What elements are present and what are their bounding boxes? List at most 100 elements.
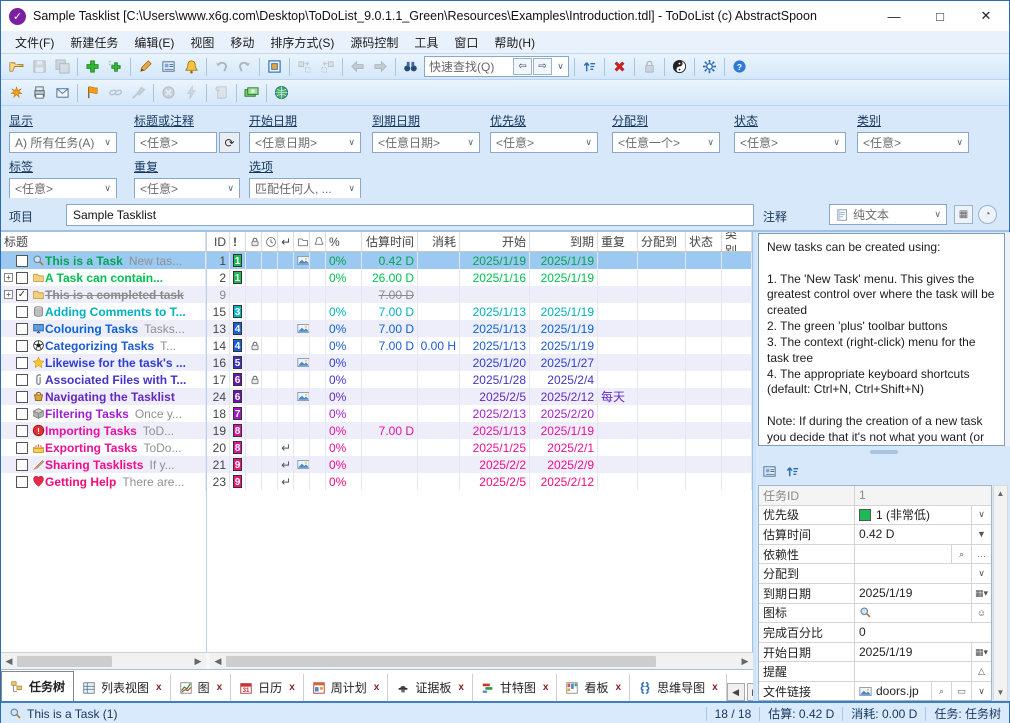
find-next-button[interactable]: ⇨ xyxy=(533,58,552,75)
menu-item-编辑E[interactable]: 编辑(E) xyxy=(126,31,182,54)
attribute-value[interactable] xyxy=(855,604,971,623)
task-checkbox[interactable] xyxy=(16,391,28,403)
attribute-value[interactable] xyxy=(855,545,951,564)
circle-x-button[interactable] xyxy=(157,82,180,104)
column-header-status[interactable]: 状态 xyxy=(686,232,722,251)
filter-combo-到期日期[interactable]: <任意日期>∨ xyxy=(372,132,480,153)
column-header-lock[interactable] xyxy=(246,232,262,251)
maximize-button[interactable]: □ xyxy=(917,1,963,31)
menu-item-文件F[interactable]: 文件(F) xyxy=(7,31,62,54)
column-header-due[interactable]: 到期 xyxy=(530,232,598,251)
column-header-title[interactable]: 标题 xyxy=(1,232,206,251)
cell-title[interactable]: This is a TaskNew tas... xyxy=(1,252,206,269)
task-checkbox[interactable] xyxy=(16,408,28,420)
filter-combo-状态[interactable]: <任意>∨ xyxy=(734,132,846,153)
cell-title[interactable]: +✓This is a completed task xyxy=(1,286,206,303)
columns-horizontal-scrollbar[interactable]: ◀ ▶ xyxy=(210,653,753,669)
column-header-recur[interactable]: 重复 xyxy=(598,232,638,251)
attributes-scrollbar[interactable]: ▲▼ xyxy=(993,485,1008,701)
menu-item-帮助H[interactable]: 帮助(H) xyxy=(486,31,543,54)
maximize-view-button[interactable] xyxy=(263,56,286,78)
tab-看板[interactable]: 看板x xyxy=(557,674,630,701)
tab-图[interactable]: 图x xyxy=(171,674,232,701)
lightning-button[interactable] xyxy=(180,82,203,104)
cell-title[interactable]: Categorizing TasksT... xyxy=(1,337,206,354)
task-row[interactable]: !Importing TasksToD...1980%7.00 D2025/1/… xyxy=(1,422,752,439)
filter-refresh-button[interactable]: ⟳ xyxy=(219,132,240,153)
open-folder-button[interactable] xyxy=(5,56,28,78)
preferences-gear-button[interactable] xyxy=(698,56,721,78)
attribute-control-button[interactable]: ∨ xyxy=(971,564,991,583)
attribute-value[interactable]: doors.jp xyxy=(855,682,931,701)
column-header-recuricon[interactable]: ↵ xyxy=(278,232,294,251)
flag-button[interactable] xyxy=(81,82,104,104)
move-left-button[interactable] xyxy=(316,56,339,78)
task-row[interactable]: Getting HelpThere are...239↵0%2025/2/520… xyxy=(1,473,752,490)
redo-button[interactable] xyxy=(233,56,256,78)
tab-列表视图[interactable]: 列表视图x xyxy=(74,674,171,701)
filter-combo-标题或注释[interactable]: <任意> xyxy=(134,132,217,153)
cell-title[interactable]: Likewise for the task's ... xyxy=(1,354,206,371)
attribute-value[interactable]: 2025/1/19 xyxy=(855,584,971,603)
print-button[interactable] xyxy=(28,82,51,104)
spur-button[interactable] xyxy=(5,82,28,104)
task-row[interactable]: Sharing TasklistsIf y...219↵0%2025/2/220… xyxy=(1,456,752,473)
attribute-control-button[interactable]: ☺ xyxy=(971,604,991,623)
tab-周计划[interactable]: 周计划x xyxy=(304,674,389,701)
attribute-control-button[interactable]: ▦▾ xyxy=(971,643,991,662)
tab-close-icon[interactable]: x xyxy=(616,682,622,693)
task-row[interactable]: Filtering TasksOnce y...1870%2025/2/1320… xyxy=(1,405,752,422)
filter-combo-显示[interactable]: A) 所有任务(A)∨ xyxy=(9,132,117,153)
tab-close-icon[interactable]: x xyxy=(712,682,718,693)
column-header-est[interactable]: 估算时间 xyxy=(362,232,418,251)
quick-find-input[interactable] xyxy=(425,58,513,75)
column-header-cat[interactable]: 类别 xyxy=(722,232,752,251)
quick-find-dropdown[interactable]: ∨ xyxy=(553,61,568,72)
lock-button[interactable] xyxy=(638,56,661,78)
menu-item-排序方式S[interactable]: 排序方式(S) xyxy=(262,31,342,54)
tab-思维导图[interactable]: 思维导图x xyxy=(630,674,727,701)
comments-calendar-button[interactable]: ▦ xyxy=(954,205,973,224)
tab-close-icon[interactable]: x xyxy=(217,682,223,693)
tab-close-icon[interactable]: x xyxy=(156,682,162,693)
tab-scroll-right-button[interactable]: ▶ xyxy=(747,683,753,701)
tree-expander[interactable]: + xyxy=(4,290,13,299)
attribute-control-button[interactable]: △ xyxy=(971,662,991,681)
task-comments-text[interactable]: New tasks can be created using: 1. The '… xyxy=(758,233,1005,446)
globe-button[interactable] xyxy=(270,82,293,104)
yin-yang-button[interactable] xyxy=(668,56,691,78)
task-row[interactable]: Exporting TasksToDo...208↵0%2025/1/25202… xyxy=(1,439,752,456)
task-row[interactable]: +✓This is a completed task97.00 D xyxy=(1,286,752,303)
edit-pencil-button[interactable] xyxy=(134,56,157,78)
tab-close-icon[interactable]: x xyxy=(543,682,549,693)
task-row[interactable]: Likewise for the task's ...1650%2025/1/2… xyxy=(1,354,752,371)
tree-horizontal-scrollbar[interactable]: ◀ ▶ xyxy=(1,653,206,669)
menu-item-源码控制[interactable]: 源码控制 xyxy=(342,31,406,54)
attribute-value[interactable]: 2025/1/19 xyxy=(855,643,971,662)
attribute-value[interactable] xyxy=(855,564,971,583)
reminder-bell-button[interactable] xyxy=(180,56,203,78)
email-button[interactable] xyxy=(51,82,74,104)
tab-证据板[interactable]: 证据板x xyxy=(388,674,473,701)
cell-title[interactable]: Sharing TasklistsIf y... xyxy=(1,456,206,473)
cell-title[interactable]: Navigating the Tasklist xyxy=(1,388,206,405)
task-row[interactable]: Adding Comments to T...1530%7.00 D2025/1… xyxy=(1,303,752,320)
column-header-assign[interactable]: 分配到 xyxy=(638,232,686,251)
close-button[interactable]: ✕ xyxy=(963,1,1009,31)
task-row[interactable]: Navigating the Tasklist2460%2025/2/52025… xyxy=(1,388,752,405)
panel-splitter[interactable] xyxy=(756,446,1010,458)
attributes-group-button[interactable] xyxy=(758,460,781,482)
column-header-clock[interactable] xyxy=(262,232,278,251)
tab-close-icon[interactable]: x xyxy=(289,682,295,693)
task-checkbox[interactable] xyxy=(16,442,28,454)
move-right-button[interactable] xyxy=(293,56,316,78)
task-checkbox[interactable] xyxy=(16,306,28,318)
column-header-pr[interactable]: ! xyxy=(230,232,246,251)
tab-close-icon[interactable]: x xyxy=(374,682,380,693)
column-header-id[interactable]: ID xyxy=(206,232,230,251)
column-header-file[interactable] xyxy=(294,232,310,251)
attribute-value[interactable]: 0 xyxy=(855,623,991,642)
attribute-value[interactable]: 1 xyxy=(855,486,991,505)
cell-title[interactable]: Filtering TasksOnce y... xyxy=(1,405,206,422)
tree-expander[interactable]: + xyxy=(4,273,13,282)
